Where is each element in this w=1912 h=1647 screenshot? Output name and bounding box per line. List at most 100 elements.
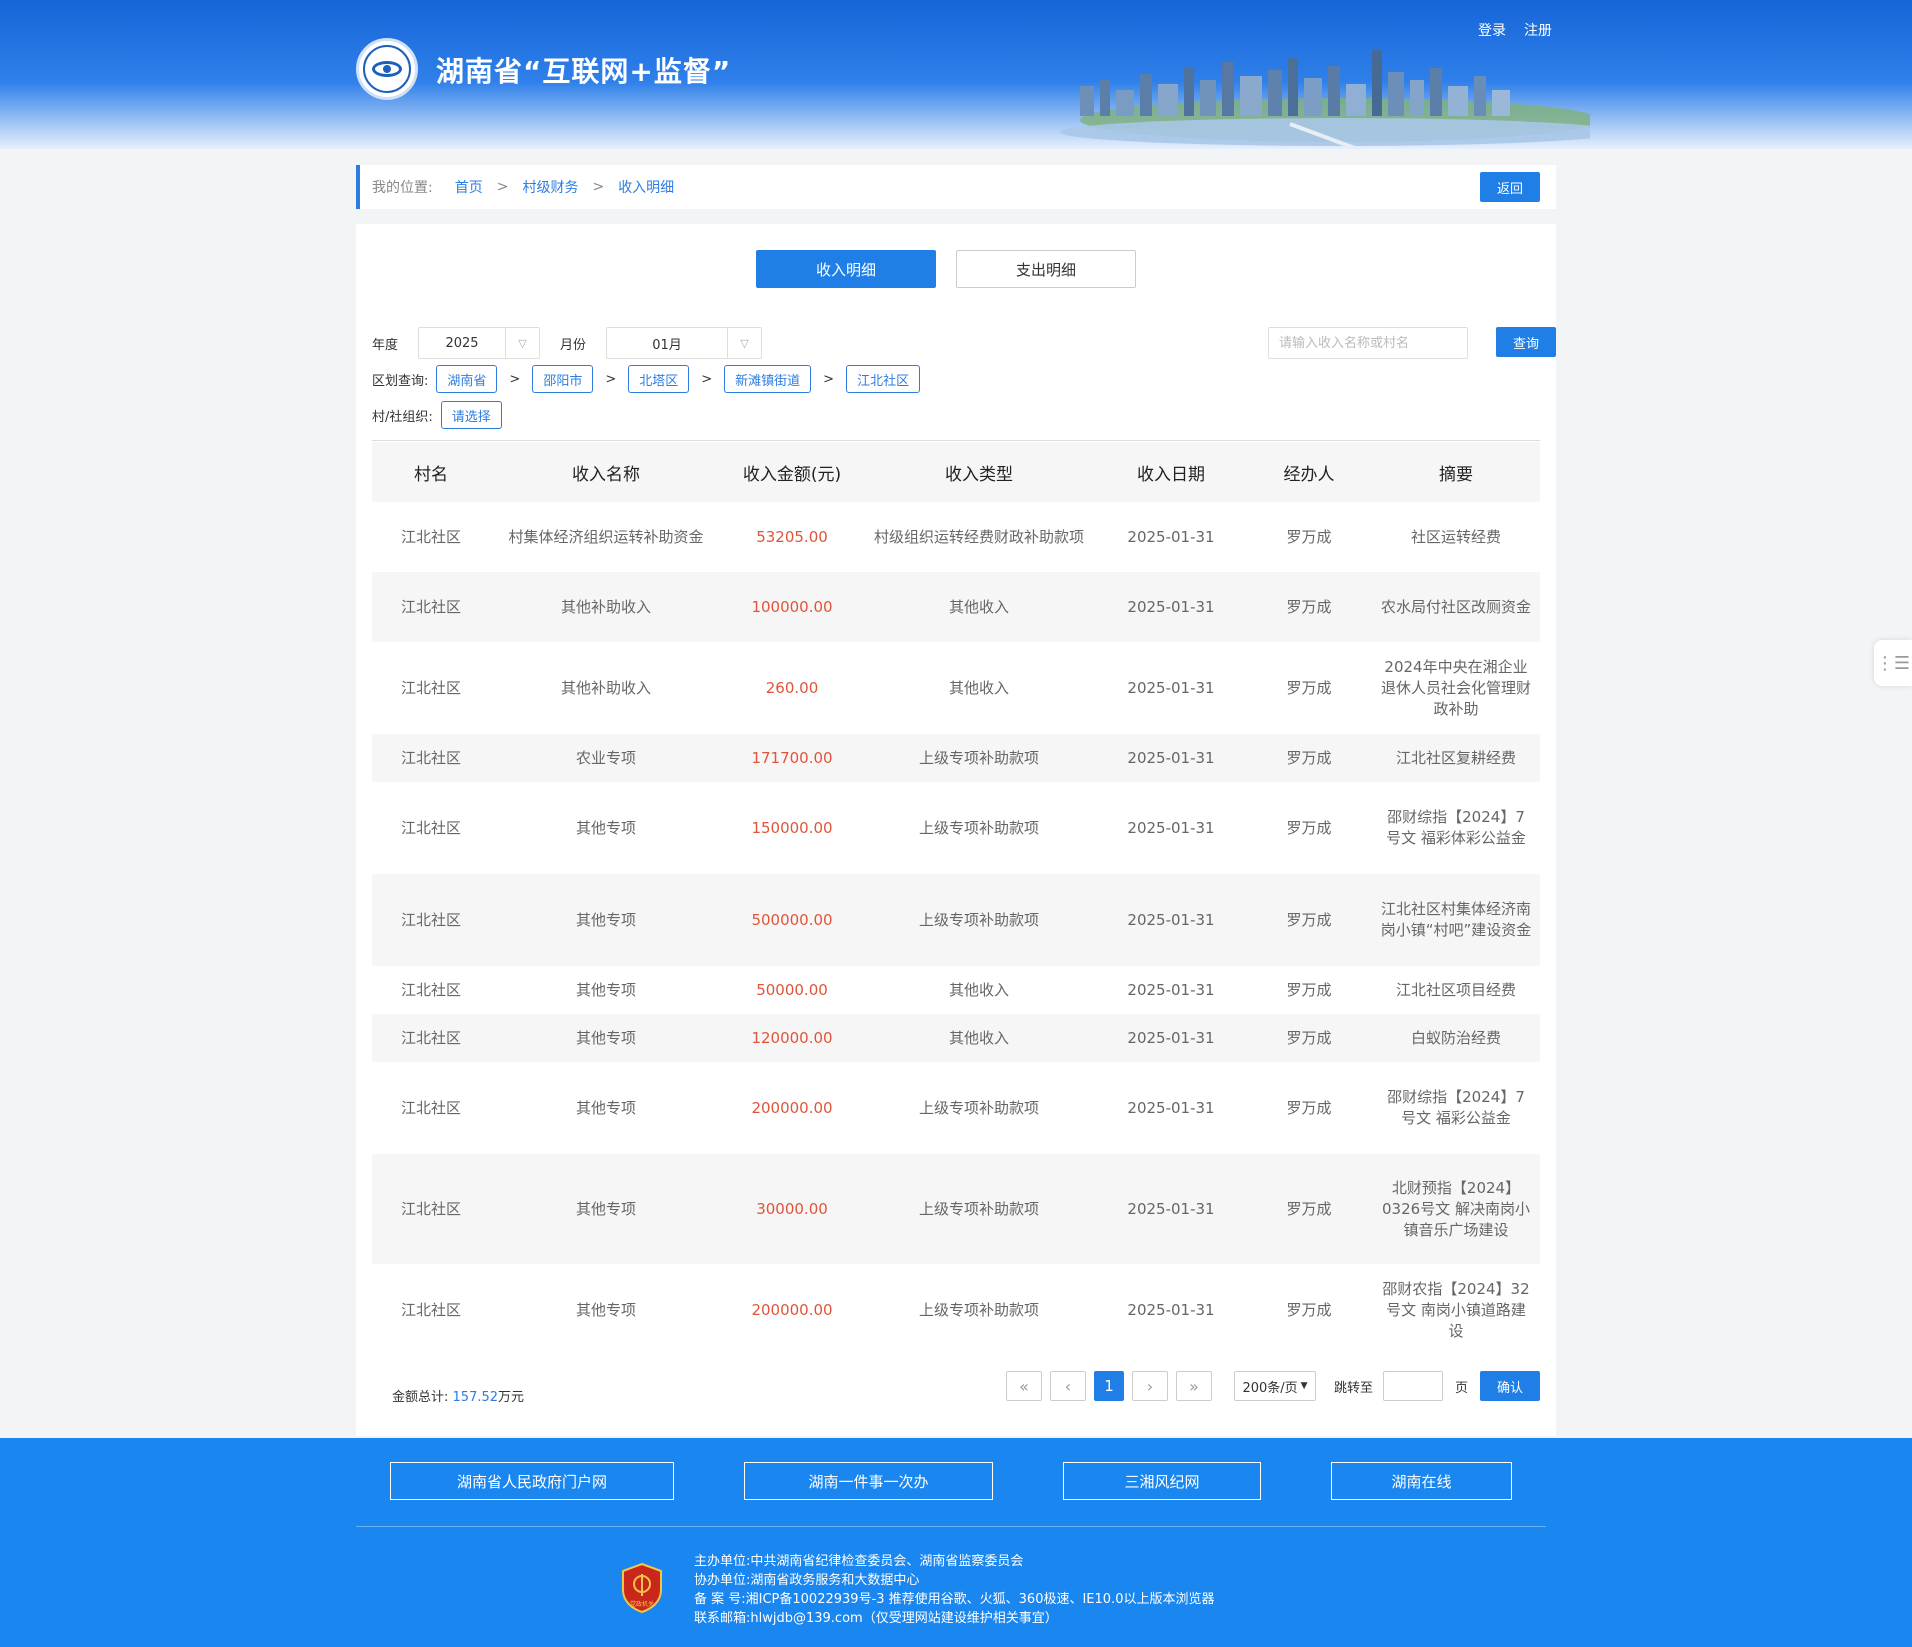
table-row: 江北社区 其他专项 200000.00 上级专项补助款项 2025-01-31 罗万成 邵财…	[372, 1264, 1540, 1356]
page-size-select[interactable]: 200条/页 ▼	[1234, 1371, 1316, 1401]
party-gov-badge-icon[interactable]: 党政机关	[620, 1562, 664, 1614]
month-label: 月份	[560, 337, 587, 353]
detail-tabs: 收入明细 支出明细	[756, 250, 1136, 288]
year-value: 2025	[445, 335, 479, 351]
cell-handler: 罗万成	[1246, 1154, 1372, 1264]
site-logo[interactable]	[356, 38, 418, 100]
cell-date: 2025-01-31	[1096, 782, 1246, 874]
back-button[interactable]: 返回	[1480, 172, 1540, 202]
cell-type: 其他收入	[862, 642, 1096, 734]
cell-amount: 200000.00	[722, 1264, 862, 1356]
cell-amount: 150000.00	[722, 782, 862, 874]
cell-name: 农业专项	[490, 734, 722, 782]
cell-date: 2025-01-31	[1096, 642, 1246, 734]
tab-income-detail[interactable]: 收入明细	[756, 250, 936, 288]
breadcrumb-separator: >	[496, 179, 509, 195]
region-separator: >	[605, 371, 617, 387]
cell-summary: 江北社区村集体经济南岗小镇“村吧”建设资金	[1372, 874, 1540, 966]
cell-date: 2025-01-31	[1096, 572, 1246, 642]
breadcrumb-home[interactable]: 首页	[455, 177, 483, 197]
village-label: 村/社组织:	[372, 409, 433, 425]
cell-type: 其他收入	[862, 572, 1096, 642]
cell-date: 2025-01-31	[1096, 734, 1246, 782]
cell-name: 其他专项	[490, 782, 722, 874]
footer-link-gov-portal[interactable]: 湖南省人民政府门户网	[390, 1462, 674, 1500]
cell-village: 江北社区	[372, 1154, 490, 1264]
confirm-jump-button[interactable]: 确认	[1480, 1371, 1541, 1401]
footer-link-sanxiang[interactable]: 三湘风纪网	[1063, 1462, 1261, 1500]
cell-village: 江北社区	[372, 874, 490, 966]
region-district[interactable]: 北塔区	[628, 365, 690, 393]
register-link[interactable]: 注册	[1524, 20, 1552, 40]
cell-type: 上级专项补助款项	[862, 734, 1096, 782]
chevron-down-icon: ▽	[727, 328, 761, 358]
search-input[interactable]	[1268, 327, 1468, 359]
jump-page-input[interactable]	[1383, 1371, 1444, 1401]
region-province[interactable]: 湖南省	[436, 365, 498, 393]
year-label: 年度	[372, 337, 399, 353]
prev-page-button[interactable]: ‹	[1050, 1371, 1086, 1401]
breadcrumb-income-detail[interactable]: 收入明细	[618, 177, 674, 197]
table-row: 江北社区 其他专项 120000.00 其他收入 2025-01-31 罗万成 白蚁防治经费	[372, 1014, 1540, 1062]
table-row: 江北社区 其他专项 150000.00 上级专项补助款项 2025-01-31 罗万成 邵财…	[372, 782, 1540, 874]
cell-name: 其他专项	[490, 1264, 722, 1356]
cell-handler: 罗万成	[1246, 1062, 1372, 1154]
region-city[interactable]: 邵阳市	[532, 365, 594, 393]
month-select[interactable]: 01月 ▽	[606, 327, 763, 359]
cell-date: 2025-01-31	[1096, 1264, 1246, 1356]
breadcrumb-village-finance[interactable]: 村级财务	[522, 177, 578, 197]
region-community[interactable]: 江北社区	[846, 365, 921, 393]
table-header-row: 村名 收入名称 收入金额(元) 收入类型 收入日期 经办人 摘要	[372, 442, 1540, 502]
footer-host: 主办单位:中共湖南省纪律检查委员会、湖南省监察委员会	[694, 1554, 1024, 1569]
footer-link-hunan-online[interactable]: 湖南在线	[1331, 1462, 1512, 1500]
login-link[interactable]: 登录	[1478, 20, 1506, 40]
next-page-button[interactable]: ›	[1132, 1371, 1168, 1401]
cell-handler: 罗万成	[1246, 642, 1372, 734]
table-body: 江北社区 村集体经济组织运转补助资金 53205.00 村级组织运转经费财政补助款项 2…	[372, 502, 1540, 1356]
amount-total: 金额总计: 157.52万元	[392, 1386, 524, 1405]
cell-summary: 邵财农指【2024】32号文 南岗小镇道路建设	[1372, 1264, 1540, 1356]
footer-link-one-thing[interactable]: 湖南一件事一次办	[744, 1462, 993, 1500]
year-select[interactable]: 2025 ▽	[418, 327, 541, 359]
cell-handler: 罗万成	[1246, 1014, 1372, 1062]
breadcrumb-separator: >	[592, 179, 605, 195]
filter-area: 年度 2025 ▽ 月份 01月 ▽ 查询 区划查询: 湖南省 > 邵阳市 > …	[372, 327, 1556, 436]
filter-row-village: 村/社组织: 请选择	[372, 400, 1542, 430]
table-row: 江北社区 其他补助收入 260.00 其他收入 2025-01-31 罗万成 2024年中央…	[372, 642, 1540, 734]
cell-amount: 120000.00	[722, 1014, 862, 1062]
village-select[interactable]: 请选择	[440, 401, 502, 429]
cell-handler: 罗万成	[1246, 572, 1372, 642]
query-button[interactable]: 查询	[1496, 327, 1556, 357]
breadcrumb-lead: 我的位置:	[372, 180, 433, 196]
filter-row-region: 区划查询: 湖南省 > 邵阳市 > 北塔区 > 新滩镇街道 > 江北社区	[372, 364, 1542, 394]
income-table: 村名 收入名称 收入金额(元) 收入类型 收入日期 经办人 摘要 江北社区 村集体…	[372, 442, 1540, 1356]
main-panel: 收入明细 支出明细 年度 2025 ▽ 月份 01月 ▽ 查询 区划查询: 湖南…	[356, 224, 1556, 1436]
site-title: 湖南省“互联网+监督”	[436, 55, 732, 88]
cell-summary: 邵财综指【2024】7号文 福彩公益金	[1372, 1062, 1540, 1154]
cell-village: 江北社区	[372, 572, 490, 642]
table-row: 江北社区 村集体经济组织运转补助资金 53205.00 村级组织运转经费财政补助款项 2…	[372, 502, 1540, 572]
region-separator: >	[823, 371, 835, 387]
last-page-button[interactable]: »	[1176, 1371, 1212, 1401]
cell-village: 江北社区	[372, 782, 490, 874]
first-page-button[interactable]: «	[1006, 1371, 1042, 1401]
cell-village: 江北社区	[372, 1264, 490, 1356]
cell-amount: 500000.00	[722, 874, 862, 966]
cell-name: 其他专项	[490, 1062, 722, 1154]
cell-type: 上级专项补助款项	[862, 874, 1096, 966]
region-street[interactable]: 新滩镇街道	[724, 365, 812, 393]
city-skyline-image	[1060, 50, 1590, 149]
cell-name: 村集体经济组织运转补助资金	[490, 502, 722, 572]
cell-summary: 江北社区复耕经费	[1372, 734, 1540, 782]
cell-amount: 100000.00	[722, 572, 862, 642]
cell-handler: 罗万成	[1246, 782, 1372, 874]
region-label: 区划查询:	[372, 373, 429, 389]
col-amount: 收入金额(元)	[722, 442, 862, 502]
cell-village: 江北社区	[372, 1014, 490, 1062]
filter-row-date: 年度 2025 ▽ 月份 01月 ▽ 查询	[372, 327, 1556, 359]
page-number-current[interactable]: 1	[1094, 1371, 1124, 1401]
tab-expense-detail[interactable]: 支出明细	[956, 250, 1136, 288]
cell-summary: 江北社区项目经费	[1372, 966, 1540, 1014]
cell-summary: 2024年中央在湘企业退休人员社会化管理财政补助	[1372, 642, 1540, 734]
side-menu-toggle[interactable]: ⋮☰	[1874, 640, 1912, 686]
